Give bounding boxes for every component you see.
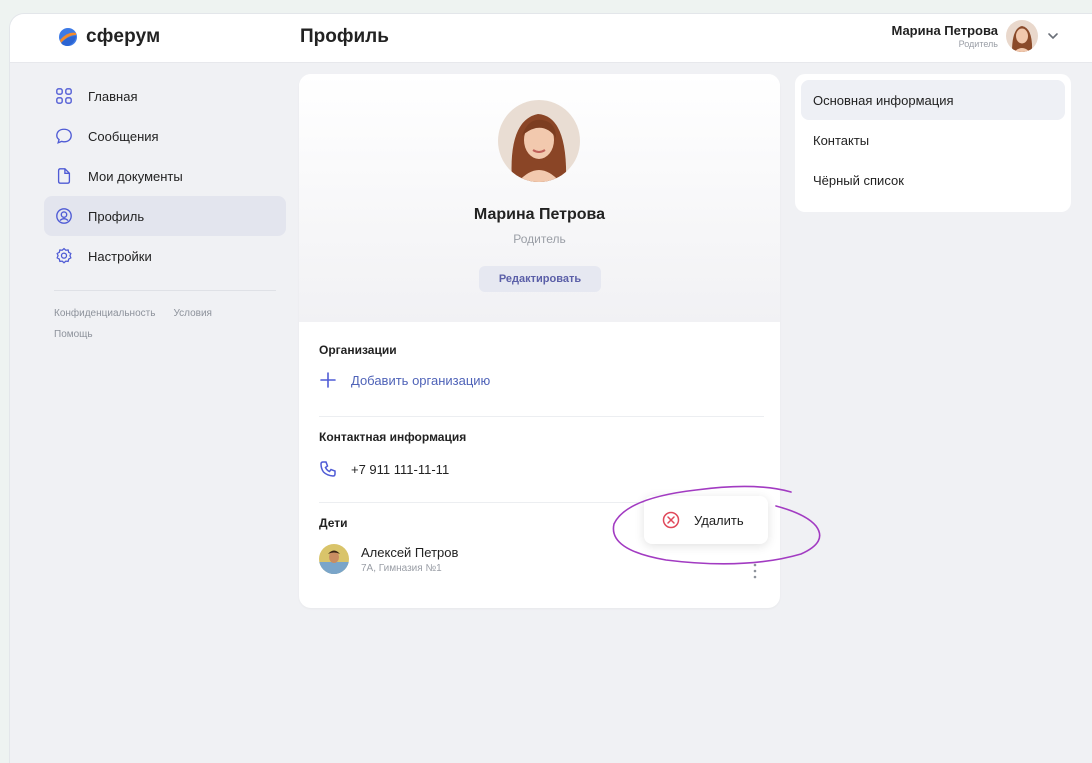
tab-main-info[interactable]: Основная информация (801, 80, 1065, 120)
sidebar-item-label: Мои документы (88, 168, 183, 184)
profile-icon (54, 206, 74, 226)
contacts-section: Контактная информация +7 911 111-11-11 (319, 430, 764, 478)
sferum-logo-icon (59, 28, 77, 46)
app-window: сферум Профиль Марина Петрова Родитель Г… (10, 14, 1092, 763)
sidebar-item-home[interactable]: Главная (44, 76, 286, 116)
user-avatar[interactable] (1006, 20, 1038, 52)
sidebar-item-profile[interactable]: Профиль (44, 196, 286, 236)
section-divider (319, 416, 764, 417)
document-icon (54, 166, 74, 186)
child-details: 7А, Гимназия №1 (361, 562, 442, 574)
logo-text: сферум (86, 26, 161, 47)
chevron-down-icon[interactable] (1046, 29, 1060, 43)
user-role: Родитель (958, 39, 998, 49)
sidebar: Главная Сообщения Мои документы Профиль … (44, 76, 286, 345)
tab-contacts[interactable]: Контакты (801, 120, 1065, 160)
terms-link[interactable]: Условия (173, 308, 212, 319)
top-bar: сферум Профиль Марина Петрова Родитель (10, 14, 1092, 63)
child-avatar (319, 544, 349, 574)
sidebar-footer-links: Конфиденциальность Условия Помощь (44, 303, 286, 345)
sidebar-item-documents[interactable]: Мои документы (44, 156, 286, 196)
organizations-title: Организации (319, 343, 397, 357)
profile-name: Марина Петрова (473, 206, 606, 223)
phone-row: +7 911 111-11-11 (319, 460, 764, 478)
profile-tabs: Основная информация Контакты Чёрный спис… (795, 74, 1071, 212)
delete-label: Удалить (694, 512, 744, 528)
sidebar-item-label: Настройки (88, 248, 152, 264)
contacts-title: Контактная информация (319, 430, 467, 444)
user-menu[interactable]: Марина Петрова Родитель (891, 20, 1060, 52)
delete-circle-icon (662, 511, 680, 529)
help-link[interactable]: Помощь (54, 329, 93, 340)
gear-icon (54, 246, 74, 266)
edit-profile-button[interactable]: Редактировать (479, 266, 601, 292)
plus-icon (320, 372, 336, 388)
profile-header: Марина Петрова Родитель Редактировать (299, 74, 780, 322)
phone-number: +7 911 111-11-11 (351, 461, 450, 477)
sidebar-item-messages[interactable]: Сообщения (44, 116, 286, 156)
add-organization-button[interactable]: Добавить организацию (319, 371, 764, 389)
child-name: Алексей Петров (361, 544, 459, 560)
sidebar-item-label: Сообщения (88, 128, 159, 144)
grid-icon (54, 86, 74, 106)
profile-role: Родитель (513, 232, 566, 246)
tab-blacklist[interactable]: Чёрный список (801, 160, 1065, 200)
sidebar-item-settings[interactable]: Настройки (44, 236, 286, 276)
message-icon (54, 126, 74, 146)
profile-avatar (498, 100, 580, 182)
add-organization-label: Добавить организацию (351, 372, 491, 388)
organizations-section: Организации Добавить организацию (319, 343, 764, 389)
page-title: Профиль (300, 26, 389, 47)
child-item[interactable]: Алексей Петров 7А, Гимназия №1 (319, 544, 764, 574)
context-menu-delete[interactable]: Удалить (644, 496, 768, 544)
sidebar-item-label: Главная (88, 88, 138, 104)
user-name: Марина Петрова (891, 23, 998, 38)
logo[interactable]: сферум (58, 26, 160, 48)
sidebar-divider (54, 290, 276, 291)
sidebar-item-label: Профиль (88, 208, 145, 224)
privacy-link[interactable]: Конфиденциальность (54, 308, 155, 319)
more-options-icon[interactable] (750, 562, 760, 580)
phone-icon (320, 461, 336, 477)
